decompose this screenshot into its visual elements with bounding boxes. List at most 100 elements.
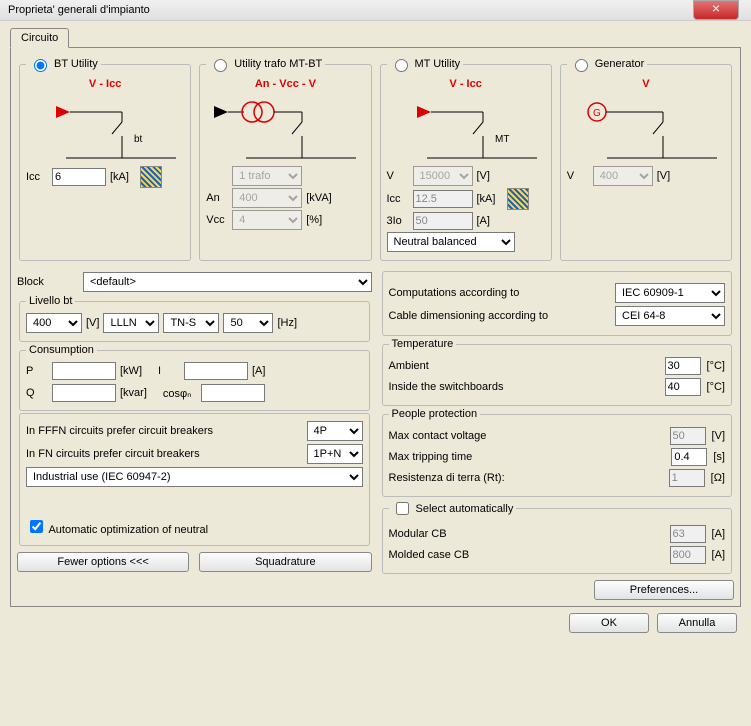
mt-icc-input <box>413 190 473 208</box>
gen-v-unit: [V] <box>657 170 683 182</box>
mt-3io-unit: [A] <box>477 215 503 227</box>
bt-calc-icon[interactable] <box>140 166 162 188</box>
gen-diagram: G <box>567 92 725 162</box>
prot-rt-input <box>669 469 705 487</box>
autosel-mcc-input <box>670 546 706 564</box>
prot-mcv-input <box>670 427 706 445</box>
livello-freq-select[interactable]: 50 <box>223 313 273 333</box>
prot-rt-label: Resistenza di terra (Rt): <box>389 472 663 484</box>
mt-3io-input <box>413 212 473 230</box>
radio-bt[interactable] <box>34 59 47 72</box>
std-cable-select[interactable]: CEI 64-8 <box>615 306 725 326</box>
radio-trafo[interactable] <box>214 59 227 72</box>
close-icon[interactable]: × <box>693 0 739 20</box>
cons-p-unit: [kW] <box>120 365 142 377</box>
block-label: Block <box>17 276 77 288</box>
group-bt-utility: BT Utility V - Icc bt Icc <box>19 56 191 261</box>
cons-q-label: Q <box>26 387 48 399</box>
legend-temperature: Temperature <box>389 338 457 350</box>
block-select[interactable]: <default> <box>83 272 372 292</box>
std-cable-label: Cable dimensioning according to <box>389 310 610 322</box>
livello-v-unit: [V] <box>86 317 99 329</box>
fn-select[interactable]: 1P+N <box>307 444 363 464</box>
legend-trafo: Utility trafo MT-BT <box>234 58 322 70</box>
prot-rt-unit: [Ω] <box>711 472 725 484</box>
cons-i-label: I <box>158 365 180 377</box>
fffn-select[interactable]: 4P <box>307 421 363 441</box>
trafo-an-label: An <box>206 192 228 204</box>
autosel-mcc-unit: [A] <box>712 549 725 561</box>
use-select[interactable]: Industrial use (IEC 60947-2) <box>26 467 363 487</box>
trafo-an-select: 400 <box>232 188 302 208</box>
group-temperature: Temperature Ambient [°C] Inside the swit… <box>382 338 733 406</box>
fffn-label: In FFFN circuits prefer circuit breakers <box>26 425 301 437</box>
cons-i-unit: [A] <box>252 365 265 377</box>
bt-icc-label: Icc <box>26 171 48 183</box>
legend-consumption: Consumption <box>26 344 97 356</box>
autosel-mod-input <box>670 525 706 543</box>
group-mt-utility: MT Utility V - Icc MT V 15000 <box>380 56 552 261</box>
std-comp-label: Computations according to <box>389 287 610 299</box>
mt-3io-label: 3Io <box>387 215 409 227</box>
livello-v-select[interactable]: 400 <box>26 313 82 333</box>
cancel-button[interactable]: Annulla <box>657 613 737 633</box>
auto-neutral-checkbox[interactable]: Automatic optimization of neutral <box>26 517 208 536</box>
cons-q-unit: [kvar] <box>120 387 147 399</box>
mt-icc-unit: [kA] <box>477 193 503 205</box>
prot-mcv-unit: [V] <box>712 430 725 442</box>
svg-text:G: G <box>593 108 601 119</box>
mt-v-unit: [V] <box>477 170 503 182</box>
gen-v-label: V <box>567 170 589 182</box>
radio-mt[interactable] <box>395 59 408 72</box>
livello-earth-select[interactable]: TN-S <box>163 313 219 333</box>
legend-autoselect: Select automatically <box>416 503 514 515</box>
cons-q-input[interactable] <box>52 384 116 402</box>
mt-diagram-title: V - Icc <box>387 78 545 90</box>
group-consumption: Consumption P [kW] I [A] <box>19 344 370 411</box>
prot-mtt-input[interactable] <box>671 448 707 466</box>
std-comp-select[interactable]: IEC 60909-1 <box>615 283 725 303</box>
gen-diagram-title: V <box>567 78 725 90</box>
temp-amb-input[interactable] <box>665 357 701 375</box>
ok-button[interactable]: OK <box>569 613 649 633</box>
prot-mtt-label: Max tripping time <box>389 451 666 463</box>
bt-diagram: bt <box>26 92 184 162</box>
trafo-vcc-unit: [%] <box>306 214 332 226</box>
legend-livello: Livello bt <box>26 295 75 307</box>
livello-dist-select[interactable]: LLLN <box>103 313 159 333</box>
temp-ins-input[interactable] <box>665 378 701 396</box>
mt-calc-icon[interactable] <box>507 188 529 210</box>
bt-diagram-title: V - Icc <box>26 78 184 90</box>
mt-neutral-select[interactable]: Neutral balanced <box>387 232 515 252</box>
svg-text:bt: bt <box>134 134 143 145</box>
trafo-an-unit: [kVA] <box>306 192 332 204</box>
radio-generator[interactable] <box>575 59 588 72</box>
autosel-mcc-label: Molded case CB <box>389 549 664 561</box>
svg-text:MT: MT <box>495 134 509 145</box>
window-title: Proprieta' generali d'impianto <box>8 4 150 16</box>
mt-v-label: V <box>387 170 409 182</box>
mt-icc-label: Icc <box>387 193 409 205</box>
cons-cos-label: cosφₙ <box>163 387 197 400</box>
group-livello: Livello bt 400 [V] LLLN TN-S 50 [Hz] <box>19 295 370 342</box>
mt-diagram: MT <box>387 92 545 162</box>
cons-p-input[interactable] <box>52 362 116 380</box>
group-cbprefs: In FFFN circuits prefer circuit breakers… <box>19 413 370 546</box>
fn-label: In FN circuits prefer circuit breakers <box>26 448 301 460</box>
temp-ins-label: Inside the switchboards <box>389 381 659 393</box>
group-autoselect: Select automatically Modular CB [A] Mold… <box>382 499 733 574</box>
fewer-options-button[interactable]: Fewer options <<< <box>17 552 189 572</box>
livello-freq-unit: [Hz] <box>277 317 297 329</box>
group-trafo: Utility trafo MT-BT An - Vcc - V <box>199 56 371 261</box>
temp-amb-unit: [°C] <box>707 360 725 372</box>
bt-icc-unit: [kA] <box>110 171 136 183</box>
preferences-button[interactable]: Preferences... <box>594 580 734 600</box>
cons-cos-input[interactable] <box>201 384 265 402</box>
legend-protection: People protection <box>389 408 481 420</box>
trafo-diagram <box>206 92 364 162</box>
bt-icc-input[interactable] <box>52 168 106 186</box>
autoselect-checkbox[interactable] <box>396 502 409 515</box>
cons-i-input[interactable] <box>184 362 248 380</box>
tab-circuito[interactable]: Circuito <box>10 28 69 48</box>
squadrature-button[interactable]: Squadrature <box>199 552 371 572</box>
